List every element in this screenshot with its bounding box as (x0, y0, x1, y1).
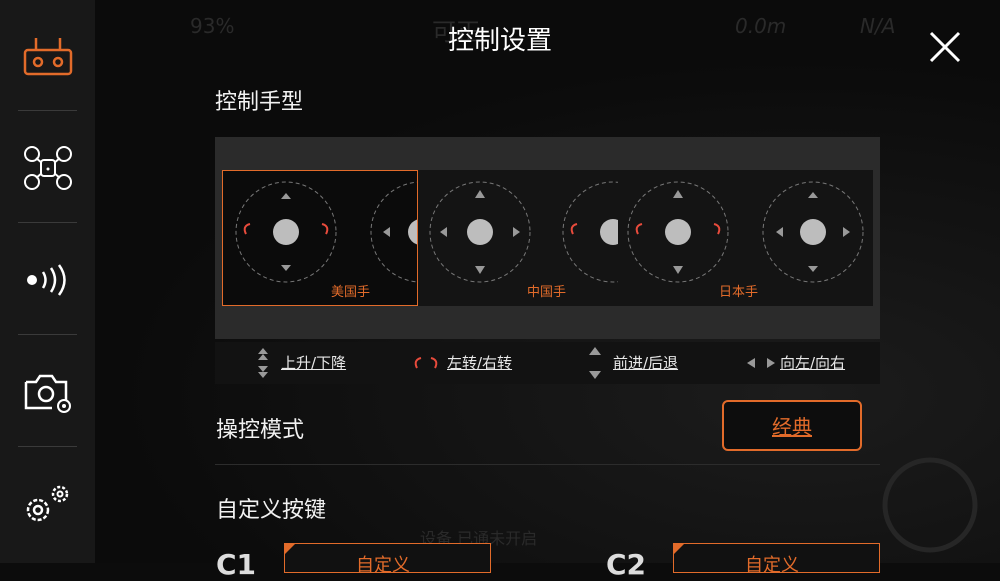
sidebar-divider (18, 334, 77, 335)
legend-left-right: 向左/向右 (780, 354, 846, 372)
sidebar-divider (18, 222, 77, 223)
mode-label-china: 中国手 (527, 285, 567, 300)
camera-settings-icon (24, 374, 71, 413)
gear-icon (26, 485, 68, 522)
legend-turn: 左转/右转 (447, 354, 513, 372)
c1-label: C1 (216, 548, 257, 581)
mode-card-japan[interactable]: 日本手 (618, 170, 873, 306)
stick-mode-title: 控制手型 (215, 90, 304, 115)
close-icon[interactable] (928, 30, 962, 64)
c2-custom-value: 自定义 (745, 555, 799, 576)
joystick-pair-icon (235, 181, 417, 283)
sidebar-divider (18, 110, 77, 111)
legend-forward-backward: 前进/后退 (613, 354, 679, 372)
left-right-arrows-icon (747, 358, 775, 368)
legend-ascend-descend: 上升/下降 (281, 354, 347, 372)
up-down-arrows-icon (258, 348, 268, 378)
joystick-pair-icon (429, 181, 618, 283)
rotate-arrows-icon (414, 357, 438, 369)
c1-custom-value: 自定义 (356, 555, 410, 576)
mode-label-usa: 美国手 (331, 285, 371, 300)
bg-shutter-ring-icon (882, 457, 978, 553)
c2-corner-tag (673, 543, 685, 555)
control-mode-title: 操控模式 (216, 418, 305, 443)
sidebar-item-drone[interactable] (0, 112, 95, 224)
control-mode-button[interactable]: 经典 (722, 400, 862, 451)
mode-card-usa[interactable]: 美国手 (222, 170, 418, 306)
forward-backward-arrows-icon (589, 347, 601, 379)
drone-icon (23, 146, 72, 190)
page-title: 控制设置 (447, 26, 552, 56)
sidebar (0, 0, 95, 563)
mode-card-china[interactable]: 中国手 (418, 170, 618, 306)
custom-keys-title: 自定义按键 (216, 498, 327, 523)
signal-icon (26, 264, 66, 296)
sidebar-divider (18, 446, 77, 447)
stick-legend: 上升/下降 左转/右转 前进/后退 向左/向右 (215, 342, 880, 384)
sidebar-item-camera[interactable] (0, 336, 95, 448)
sidebar-item-signal[interactable] (0, 224, 95, 336)
c2-label: C2 (606, 548, 647, 581)
mode-label-japan: 日本手 (719, 285, 759, 300)
c1-corner-tag (284, 543, 296, 555)
sidebar-item-settings[interactable] (0, 448, 95, 560)
stick-mode-diagram: 日本手 中国手 美国手 (215, 137, 880, 339)
section-divider (215, 464, 880, 465)
